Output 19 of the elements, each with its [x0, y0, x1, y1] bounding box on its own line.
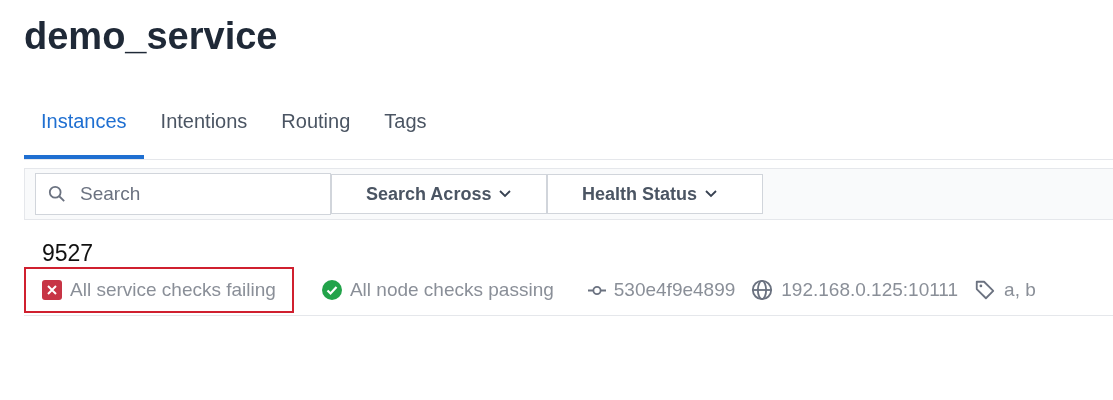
- tag-icon: [974, 279, 997, 301]
- tab[interactable]: Instances: [24, 98, 144, 159]
- instance-name[interactable]: 9527: [24, 240, 1113, 267]
- commit-icon: [587, 284, 606, 296]
- check-status: All service checks failing: [70, 279, 276, 301]
- page-title: demo_service: [23, 14, 279, 58]
- tab[interactable]: Tags: [367, 98, 444, 159]
- search-field[interactable]: Search: [35, 173, 331, 215]
- check-status: All node checks passing: [349, 279, 554, 301]
- address: 192.168.0.125:10111: [781, 279, 959, 301]
- filter-dropdown[interactable]: Search Across: [331, 174, 547, 214]
- globe-icon: [751, 279, 774, 301]
- caret-icon: [499, 190, 512, 198]
- tab[interactable]: Intentions: [143, 98, 265, 159]
- caret-icon: [705, 190, 718, 198]
- filter-dropdown[interactable]: Health Status: [547, 174, 763, 214]
- tags: a, b: [1004, 279, 1036, 301]
- node-id: 530e4f9e4899: [613, 279, 736, 301]
- tab[interactable]: Routing: [264, 98, 368, 159]
